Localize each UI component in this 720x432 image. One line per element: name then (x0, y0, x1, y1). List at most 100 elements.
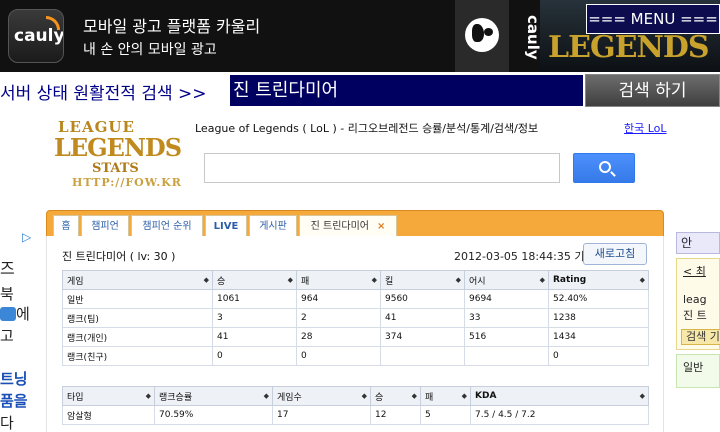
sort-icon: ◆ (287, 276, 293, 284)
left-ad-line-4: 고 (0, 327, 14, 345)
summoner-search-input[interactable]: 진 트린다미어 (229, 74, 584, 107)
left-ad-line-1: 즈 (0, 259, 15, 278)
right-panel-line-1[interactable]: < 최 (683, 263, 706, 279)
column-header[interactable]: Rating ◆ (548, 270, 649, 290)
menu-button[interactable]: === MENU === (586, 4, 720, 34)
table-cell: 랭크(개인) (62, 327, 213, 347)
fow-search-input[interactable] (204, 153, 560, 183)
tab-champion[interactable]: 챔피언 (81, 215, 129, 238)
table-cell: 2 (296, 308, 381, 328)
table-cell: 1238 (548, 308, 649, 328)
table-cell: 12 (370, 405, 421, 425)
column-header[interactable]: 킬 ◆ (380, 270, 465, 290)
table-cell: 17 (272, 405, 371, 425)
sort-icon: ◆ (203, 276, 209, 284)
fow-search-button[interactable] (573, 153, 635, 183)
column-header[interactable]: 어시 ◆ (464, 270, 549, 290)
table-cell: 28 (296, 327, 381, 347)
tab-champion-rank[interactable]: 챔피언 순위 (131, 215, 203, 238)
table-cell: 41 (380, 308, 465, 328)
close-icon[interactable]: × (377, 221, 385, 232)
column-header[interactable]: 게임 ◆ (62, 270, 213, 290)
left-ad-strip[interactable]: ▷ 즈 북 에 고 트닝 품을 다 (0, 228, 44, 432)
sort-icon: ◆ (263, 392, 269, 400)
table-cell: 랭크(친구) (62, 346, 213, 366)
column-header[interactable]: 패 ◆ (420, 386, 471, 406)
left-ad-line-6: 품을 (0, 392, 28, 410)
search-button[interactable]: 검색 하기 (585, 74, 720, 107)
korea-lol-link[interactable]: 한국 LoL (624, 120, 667, 136)
sort-icon: ◆ (455, 276, 461, 284)
search-label: 서버 상태 원활전적 검색 >> (0, 84, 207, 104)
summoner-name-level: 진 트린다미어 ( lv: 30 ) (62, 250, 176, 263)
table-cell (380, 346, 465, 366)
table-cell: 랭크(팀) (62, 308, 213, 328)
globe-icon (465, 18, 499, 52)
sort-icon: ◆ (639, 276, 645, 284)
type-table: 타입 ◆ 랭크승률 ◆ 게임수 ◆ 승 ◆ 패 ◆ KDA ◆ 암살형 70.59% 17 … (62, 386, 649, 425)
logo-line-3: STATS (92, 161, 139, 176)
table-cell (464, 346, 549, 366)
tab-home[interactable]: 홈 (53, 215, 79, 238)
ad-subtitle: 내 손 안의 모바일 광고 (83, 42, 217, 58)
fow-logo[interactable]: LEAGUE LEGENDS STATS HTTP://FOW.KR (52, 114, 188, 196)
tab-bar: 홈 챔피언 챔피언 순위 LIVE 게시판 진 트린다미어 × (46, 210, 664, 238)
table-cell: 7.5 / 4.5 / 7.2 (470, 405, 649, 425)
ad-title: 모바일 광고 플랫폼 카울리 (83, 17, 261, 36)
stats-table: 게임 ◆ 승 ◆ 패 ◆ 킬 ◆ 어시 ◆ Rating ◆ 일반 1061 964 956… (62, 270, 649, 366)
table-row: 랭크(팀) 3 2 41 33 1238 (62, 308, 649, 328)
table-cell: 41 (212, 327, 297, 347)
cauly-app-icon[interactable]: cauly (8, 9, 64, 63)
sort-icon: ◆ (361, 392, 367, 400)
table-cell: 0 (212, 346, 297, 366)
column-header[interactable]: 승 ◆ (370, 386, 421, 406)
ad-globe-panel (455, 0, 509, 72)
table-cell: 암살형 (62, 405, 155, 425)
table-header-row: 타입 ◆ 랭크승률 ◆ 게임수 ◆ 승 ◆ 패 ◆ KDA ◆ (62, 386, 649, 406)
tab-summoner[interactable]: 진 트린다미어 × (299, 215, 397, 238)
left-ad-line-5: 트닝 (0, 370, 28, 388)
logo-line-2: LEGENDS (54, 133, 182, 162)
summoner-search-bar: 서버 상태 원활전적 검색 >> 진 트린다미어 검색 하기 (0, 72, 720, 108)
column-header[interactable]: 패 ◆ (296, 270, 381, 290)
right-panel-search-button[interactable]: 검색 기 (681, 329, 720, 345)
left-ad-line-7: 다 (0, 414, 14, 432)
table-cell: 1061 (212, 289, 297, 309)
sort-icon: ◆ (145, 392, 151, 400)
column-header[interactable]: 게임수 ◆ (272, 386, 371, 406)
refresh-button[interactable]: 새로고침 (583, 243, 647, 265)
tab-live[interactable]: LIVE (205, 215, 247, 238)
sort-icon: ◆ (461, 392, 467, 400)
table-cell: 52.40% (548, 289, 649, 309)
tab-summoner-label: 진 트린다미어 (310, 221, 369, 232)
table-cell: 5 (420, 405, 471, 425)
ad-choices-icon[interactable]: ▷ (22, 230, 31, 244)
right-panel-box: < 최 leag 진 트 검색 기 (676, 258, 720, 350)
ad-logo-text: LEGENDS (548, 30, 710, 65)
table-cell: 1434 (548, 327, 649, 347)
column-header[interactable]: 랭크승률 ◆ (154, 386, 273, 406)
right-panel-tab[interactable]: 안 (676, 232, 720, 254)
ad-vertical-brand: cauly (524, 14, 542, 60)
logo-line-4: HTTP://FOW.KR (72, 176, 182, 189)
table-cell: 33 (464, 308, 549, 328)
table-cell: 0 (548, 346, 649, 366)
right-panel-line-4: 일반 (683, 361, 704, 374)
right-panel-line-2: leag (683, 293, 707, 306)
table-cell: 0 (296, 346, 381, 366)
column-header[interactable]: 승 ◆ (212, 270, 297, 290)
column-header[interactable]: 타입 ◆ (62, 386, 155, 406)
table-cell: 516 (464, 327, 549, 347)
table-cell: 70.59% (154, 405, 273, 425)
table-cell: 3 (212, 308, 297, 328)
table-row: 일반 1061 964 9560 9694 52.40% (62, 289, 649, 309)
table-cell: 일반 (62, 289, 213, 309)
tab-board[interactable]: 게시판 (249, 215, 297, 238)
ad-banner[interactable]: cauly 모바일 광고 플랫폼 카울리 내 손 안의 모바일 광고 cauly… (0, 0, 720, 72)
search-icon (599, 161, 611, 173)
record-timestamp: 2012-03-05 18:44:35 기록 (454, 250, 595, 263)
table-header-row: 게임 ◆ 승 ◆ 패 ◆ 킬 ◆ 어시 ◆ Rating ◆ (62, 270, 649, 290)
table-cell: 964 (296, 289, 381, 309)
table-row: 암살형 70.59% 17 12 5 7.5 / 4.5 / 7.2 (62, 405, 649, 425)
column-header[interactable]: KDA ◆ (470, 386, 649, 406)
